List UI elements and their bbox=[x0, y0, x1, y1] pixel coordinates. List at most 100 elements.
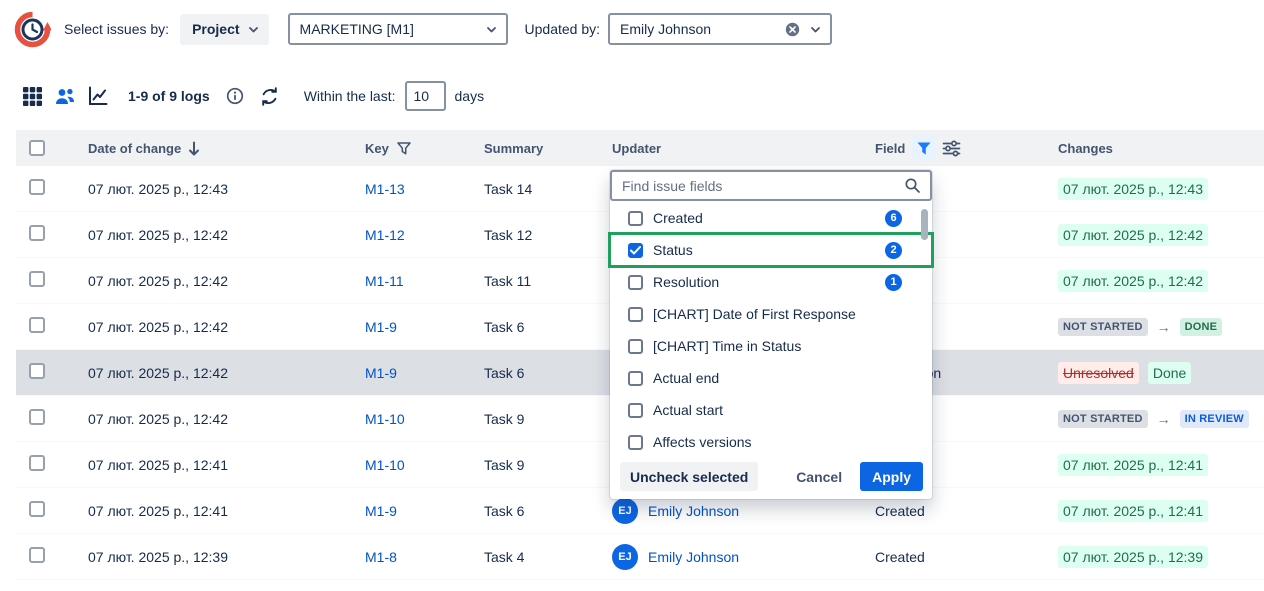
info-icon[interactable] bbox=[226, 87, 244, 105]
field-label: [CHART] Time in Status bbox=[653, 338, 801, 354]
row-changes-cell: NOT STARTED→IN REVIEW bbox=[1058, 410, 1264, 428]
field-filter-item[interactable]: Affects versions bbox=[610, 426, 932, 458]
field-filter-item[interactable]: Created 6 bbox=[610, 202, 932, 234]
row-date: 07 лют. 2025 р., 12:41 bbox=[88, 457, 228, 473]
row-date: 07 лют. 2025 р., 12:42 bbox=[88, 319, 228, 335]
row-changes-cell: NOT STARTED→DONE bbox=[1058, 318, 1264, 336]
status-from-lozenge: NOT STARTED bbox=[1058, 318, 1148, 336]
field-filter-icon[interactable] bbox=[912, 136, 936, 160]
project-select[interactable]: MARKETING [M1] bbox=[288, 13, 508, 45]
field-checkbox[interactable] bbox=[628, 243, 643, 258]
row-checkbox[interactable] bbox=[29, 225, 45, 241]
row-summary: Task 6 bbox=[484, 319, 524, 335]
field-checkbox[interactable] bbox=[628, 339, 643, 354]
days-input[interactable] bbox=[405, 81, 446, 111]
issue-key-link[interactable]: M1-10 bbox=[365, 457, 405, 473]
field-checkbox[interactable] bbox=[628, 211, 643, 226]
clear-selection-icon[interactable] bbox=[785, 22, 800, 37]
row-date: 07 лют. 2025 р., 12:41 bbox=[88, 503, 228, 519]
field-filter-item[interactable]: Resolution 1 bbox=[610, 266, 932, 298]
apply-button[interactable]: Apply bbox=[860, 462, 923, 491]
issue-key-link[interactable]: M1-9 bbox=[365, 503, 397, 519]
issue-key-link[interactable]: M1-9 bbox=[365, 365, 397, 381]
table-header-row: Date of change Key Summary Updater Field bbox=[16, 130, 1264, 166]
col-field-header: Field bbox=[875, 141, 905, 156]
change-date-lozenge: 07 лют. 2025 р., 12:42 bbox=[1058, 224, 1208, 246]
issue-key-link[interactable]: M1-13 bbox=[365, 181, 405, 197]
row-date: 07 лют. 2025 р., 12:42 bbox=[88, 227, 228, 243]
issue-key-link[interactable]: M1-12 bbox=[365, 227, 405, 243]
issue-key-link[interactable]: M1-9 bbox=[365, 319, 397, 335]
row-checkbox[interactable] bbox=[29, 455, 45, 471]
resolution-to-lozenge: Done bbox=[1148, 362, 1191, 384]
status-from-lozenge: NOT STARTED bbox=[1058, 410, 1148, 428]
row-checkbox[interactable] bbox=[29, 317, 45, 333]
field-checkbox[interactable] bbox=[628, 403, 643, 418]
within-last-label: Within the last: bbox=[304, 88, 396, 104]
scrollbar-thumb[interactable] bbox=[921, 209, 928, 240]
sort-descending-icon[interactable] bbox=[188, 141, 200, 156]
row-changes-cell: 07 лют. 2025 р., 12:43 bbox=[1058, 178, 1264, 200]
row-checkbox[interactable] bbox=[29, 409, 45, 425]
field-checkbox[interactable] bbox=[628, 307, 643, 322]
row-updater-cell: EJ Emily Johnson bbox=[612, 498, 875, 524]
row-summary: Task 6 bbox=[484, 503, 524, 519]
change-date-lozenge: 07 лют. 2025 р., 12:41 bbox=[1058, 500, 1208, 522]
group-by-updater-view-icon[interactable] bbox=[53, 84, 77, 108]
field-filter-dropdown: Created 6 Status 2 Resolution 1 [CHART] … bbox=[610, 170, 932, 499]
field-checkbox[interactable] bbox=[628, 435, 643, 450]
row-summary: Task 12 bbox=[484, 227, 532, 243]
updated-by-select-value: Emily Johnson bbox=[620, 21, 711, 37]
updater-name-link[interactable]: Emily Johnson bbox=[648, 549, 739, 565]
col-date-header[interactable]: Date of change bbox=[88, 141, 181, 156]
field-filter-item[interactable]: Status 2 bbox=[610, 234, 932, 266]
logs-count: 1-9 of 9 logs bbox=[128, 88, 210, 104]
row-date: 07 лют. 2025 р., 12:39 bbox=[88, 549, 228, 565]
field-checkbox[interactable] bbox=[628, 275, 643, 290]
field-filter-item[interactable]: Actual start bbox=[610, 394, 932, 426]
row-summary: Task 14 bbox=[484, 181, 532, 197]
row-checkbox[interactable] bbox=[29, 501, 45, 517]
key-filter-icon[interactable] bbox=[397, 142, 411, 155]
topbar: Select issues by: Project MARKETING [M1]… bbox=[0, 0, 1264, 48]
chevron-down-icon bbox=[809, 23, 822, 36]
field-filter-item[interactable]: [CHART] Time in Status bbox=[610, 330, 932, 362]
row-checkbox[interactable] bbox=[29, 363, 45, 379]
field-label: Actual end bbox=[653, 370, 719, 386]
refresh-icon[interactable] bbox=[260, 87, 279, 106]
cancel-button[interactable]: Cancel bbox=[792, 469, 846, 485]
toolbar: 1-9 of 9 logs Within the last: days bbox=[0, 81, 1264, 111]
issue-source-dropdown-button[interactable]: Project bbox=[180, 14, 268, 45]
row-changes-cell: 07 лют. 2025 р., 12:39 bbox=[1058, 546, 1264, 568]
issue-key-link[interactable]: M1-11 bbox=[365, 273, 404, 289]
row-checkbox[interactable] bbox=[29, 271, 45, 287]
uncheck-selected-button[interactable]: Uncheck selected bbox=[620, 462, 758, 491]
resolution-from-lozenge: Unresolved bbox=[1058, 362, 1139, 384]
field-label: [CHART] Date of First Response bbox=[653, 306, 856, 322]
row-summary: Task 11 bbox=[484, 273, 531, 289]
field-filter-item[interactable]: [CHART] Date of First Response bbox=[610, 298, 932, 330]
updater-name-link[interactable]: Emily Johnson bbox=[648, 503, 739, 519]
updated-by-select[interactable]: Emily Johnson bbox=[608, 13, 832, 45]
field-filter-item[interactable]: Actual end bbox=[610, 362, 932, 394]
table-view-icon[interactable] bbox=[20, 84, 44, 108]
app-logo-icon bbox=[14, 11, 51, 48]
select-all-checkbox[interactable] bbox=[29, 140, 45, 156]
field-label: Resolution bbox=[653, 274, 719, 290]
row-changes-cell: Unresolved Done bbox=[1058, 362, 1264, 384]
field-checkbox[interactable] bbox=[628, 371, 643, 386]
field-label: Status bbox=[653, 242, 693, 258]
chevron-down-icon bbox=[485, 23, 498, 36]
chevron-down-icon bbox=[247, 23, 260, 36]
chart-view-icon[interactable] bbox=[86, 84, 110, 108]
col-updater-header: Updater bbox=[612, 141, 661, 156]
column-settings-icon[interactable] bbox=[942, 139, 961, 158]
row-checkbox[interactable] bbox=[29, 547, 45, 563]
field-search-input[interactable] bbox=[612, 172, 904, 199]
change-date-lozenge: 07 лют. 2025 р., 12:39 bbox=[1058, 546, 1208, 568]
issue-key-link[interactable]: M1-10 bbox=[365, 411, 405, 427]
row-checkbox[interactable] bbox=[29, 179, 45, 195]
select-issues-by-label: Select issues by: bbox=[64, 21, 169, 37]
row-summary: Task 6 bbox=[484, 365, 524, 381]
issue-key-link[interactable]: M1-8 bbox=[365, 549, 397, 565]
